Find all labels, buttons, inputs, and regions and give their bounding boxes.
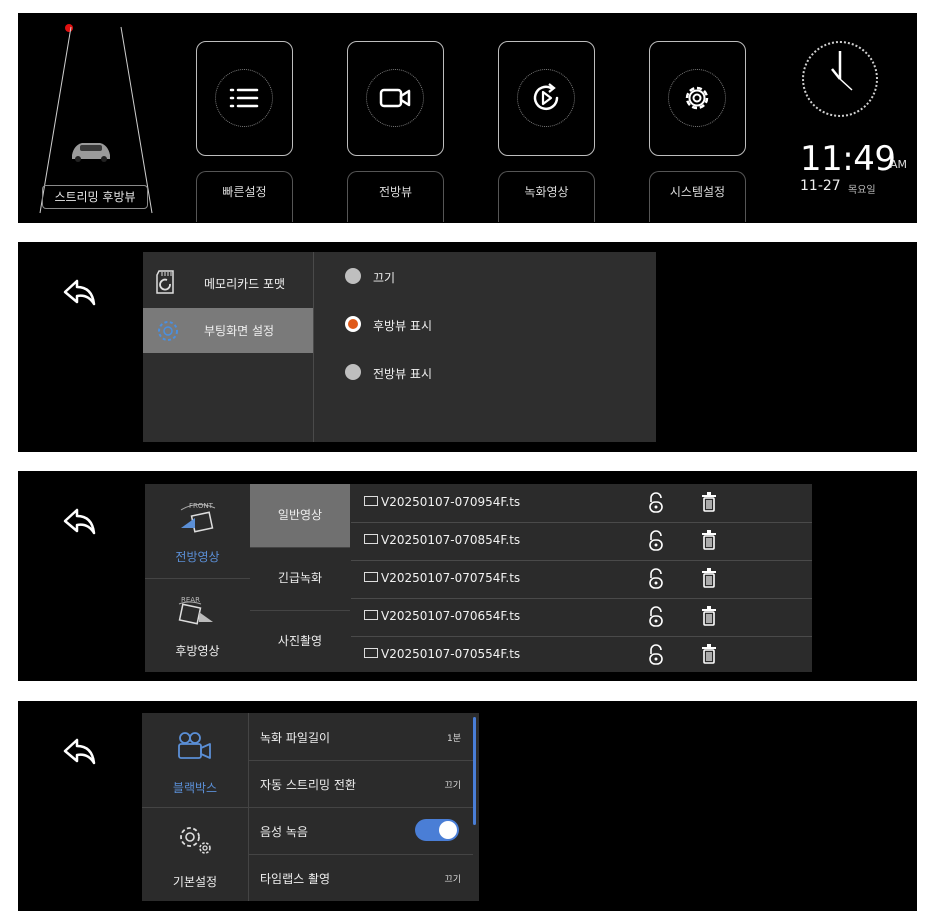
option-label: 타임랩스 촬영 xyxy=(260,872,331,886)
back-arrow-icon[interactable] xyxy=(62,507,98,537)
option-label: 끄기 xyxy=(373,271,396,285)
system-settings-screen: 블랙박스 기본설정 녹화 파일길이 1분 자동 스트리밍 전환 끄기 음성 녹음… xyxy=(18,701,917,911)
sidebar-item-sd-format[interactable]: 메모리카드 포맷 xyxy=(143,261,313,306)
category-blackbox[interactable]: 블랙박스 xyxy=(142,713,249,808)
front-view-label[interactable]: 전방뷰 xyxy=(347,171,444,222)
type-photo[interactable]: 사진촬영 xyxy=(250,610,350,673)
gear-icon xyxy=(685,86,709,110)
back-arrow-icon[interactable] xyxy=(62,737,98,767)
quick-settings-label[interactable]: 빠른설정 xyxy=(196,171,293,222)
video-file-icon xyxy=(364,610,378,620)
system-settings-label[interactable]: 시스템설정 xyxy=(649,171,746,222)
option-auto-streaming[interactable]: 자동 스트리밍 전환 끄기 xyxy=(248,760,473,808)
radio-button[interactable] xyxy=(345,364,361,380)
recorded-video-label[interactable]: 녹화영상 xyxy=(498,171,595,222)
video-file-icon xyxy=(364,648,378,658)
digital-time: 11:49 xyxy=(800,139,896,179)
sd-card-icon xyxy=(156,270,174,294)
boot-settings-screen: 메모리카드 포맷 부팅화면 설정 끄기 후방뷰 표시 전방뷰 표시 xyxy=(18,242,917,452)
option-label: 음성 녹음 xyxy=(260,825,308,839)
sidebar-item-boot-screen[interactable]: 부팅화면 설정 xyxy=(143,308,313,353)
date-text: 11-27 xyxy=(800,178,841,194)
time-ampm: AM xyxy=(890,158,908,171)
file-name: V20250107-070854F.ts xyxy=(381,533,521,547)
system-settings-tile[interactable] xyxy=(649,41,746,156)
unlock-icon[interactable] xyxy=(648,644,664,666)
trash-icon[interactable] xyxy=(701,530,717,550)
file-name: V20250107-070654F.ts xyxy=(381,609,521,623)
option-file-length[interactable]: 녹화 파일길이 1분 xyxy=(248,713,473,761)
boot-settings-menu: 메모리카드 포맷 부팅화면 설정 끄기 후방뷰 표시 전방뷰 표시 xyxy=(143,252,656,442)
type-normal[interactable]: 일반영상 xyxy=(250,484,350,548)
camera-front[interactable]: FRONT 전방영상 xyxy=(145,484,250,579)
video-camera-icon xyxy=(379,88,411,108)
video-file-icon xyxy=(364,534,378,544)
file-name: V20250107-070554F.ts xyxy=(381,647,521,661)
option-label: 후방뷰 표시 xyxy=(373,319,433,333)
recorded-video-tile[interactable] xyxy=(498,41,595,156)
option-value: 1분 xyxy=(446,734,461,744)
option-audio-record[interactable]: 음성 녹음 xyxy=(248,807,473,855)
weekday-text: 목요일 xyxy=(848,185,876,196)
home-screen: 스트리밍 후방뷰 빠른설정 전방뷰 녹화영상 시스템설정 11:49 AM 11… xyxy=(18,13,917,223)
category-basic[interactable]: 기본설정 xyxy=(142,807,249,901)
front-view-tile[interactable] xyxy=(347,41,444,156)
file-row[interactable]: V20250107-070754F.ts xyxy=(351,560,812,599)
rear-camera-icon: REAR xyxy=(178,596,213,625)
radio-button-selected[interactable] xyxy=(345,316,361,332)
sidebar-item-label: 메모리카드 포맷 xyxy=(204,277,286,291)
file-name: V20250107-070754F.ts xyxy=(381,571,521,585)
audio-toggle[interactable] xyxy=(415,819,459,841)
camera-list: FRONT 전방영상 REAR 후방영상 xyxy=(145,484,250,672)
option-value: 끄기 xyxy=(444,781,461,791)
front-badge: FRONT xyxy=(189,502,214,510)
quick-settings-tile[interactable] xyxy=(196,41,293,156)
file-name: V20250107-070954F.ts xyxy=(381,495,521,509)
rear-view-button[interactable]: 스트리밍 후방뷰 xyxy=(42,185,148,209)
back-arrow-icon[interactable] xyxy=(62,278,98,308)
system-settings-panel: 블랙박스 기본설정 녹화 파일길이 1분 자동 스트리밍 전환 끄기 음성 녹음… xyxy=(142,713,479,901)
unlock-icon[interactable] xyxy=(648,492,664,514)
option-label: 녹화 파일길이 xyxy=(260,731,331,745)
sidebar-item-label: 부팅화면 설정 xyxy=(204,324,275,338)
file-row[interactable]: V20250107-070854F.ts xyxy=(351,522,812,561)
video-file-icon xyxy=(364,572,378,582)
camera-rear[interactable]: REAR 후방영상 xyxy=(145,578,250,672)
camera-label: 후방영상 xyxy=(175,644,220,658)
recordings-screen: FRONT 전방영상 REAR 후방영상 일반영상 긴급녹화 사진촬영 V202… xyxy=(18,471,917,681)
unlock-icon[interactable] xyxy=(648,606,664,628)
unlock-icon[interactable] xyxy=(648,568,664,590)
option-label: 전방뷰 표시 xyxy=(373,367,433,381)
settings-dots-icon xyxy=(158,321,178,341)
camcorder-icon xyxy=(178,732,211,759)
trash-icon[interactable] xyxy=(701,644,717,664)
settings-sidebar: 메모리카드 포맷 부팅화면 설정 xyxy=(143,252,314,442)
file-row[interactable]: V20250107-070954F.ts xyxy=(351,484,812,523)
option-label: 자동 스트리밍 전환 xyxy=(260,778,356,792)
category-label: 기본설정 xyxy=(172,875,218,889)
list-icon xyxy=(229,88,259,108)
trash-icon[interactable] xyxy=(701,492,717,512)
scrollbar[interactable] xyxy=(473,717,476,825)
front-camera-icon: FRONT xyxy=(180,502,216,533)
video-file-icon xyxy=(364,496,378,506)
trash-icon[interactable] xyxy=(701,606,717,626)
car-icon xyxy=(72,143,110,162)
clock-hands xyxy=(831,51,853,91)
analog-clock xyxy=(802,41,878,117)
option-value: 끄기 xyxy=(444,875,461,885)
trash-icon[interactable] xyxy=(701,568,717,588)
camera-label: 전방영상 xyxy=(175,550,220,564)
playback-icon xyxy=(533,83,559,111)
video-type-list: 일반영상 긴급녹화 사진촬영 xyxy=(250,484,350,672)
file-row[interactable]: V20250107-070554F.ts xyxy=(351,636,812,674)
file-row[interactable]: V20250107-070654F.ts xyxy=(351,598,812,637)
unlock-icon[interactable] xyxy=(648,530,664,552)
radio-button[interactable] xyxy=(345,268,361,284)
type-emergency[interactable]: 긴급녹화 xyxy=(250,547,350,611)
option-timelapse[interactable]: 타임랩스 촬영 끄기 xyxy=(248,854,473,901)
gears-icon xyxy=(180,827,211,854)
category-label: 블랙박스 xyxy=(172,781,218,795)
recordings-browser: FRONT 전방영상 REAR 후방영상 일반영상 긴급녹화 사진촬영 V202… xyxy=(145,484,812,672)
